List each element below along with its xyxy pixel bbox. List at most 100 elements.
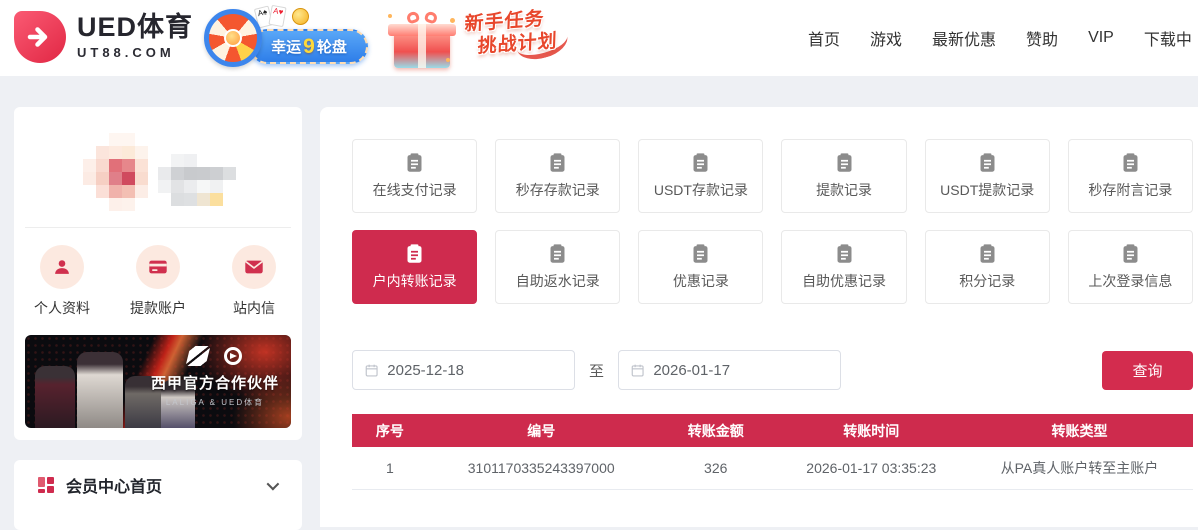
lucky-wheel-promo[interactable]: A♠ A♥ 幸运 9 轮盘 bbox=[204, 6, 370, 70]
table-header-row: 序号 编号 转账金额 转账时间 转账类型 bbox=[352, 414, 1193, 447]
wheel-text-suffix: 轮盘 bbox=[317, 36, 347, 57]
calendar-icon bbox=[365, 363, 378, 378]
ued-icon bbox=[224, 347, 242, 365]
coin-icon bbox=[292, 8, 309, 25]
tab-label: 秒存存款记录 bbox=[516, 180, 600, 200]
end-date-picker[interactable] bbox=[618, 350, 841, 390]
date-range-to-label: 至 bbox=[589, 360, 604, 381]
brand-logo[interactable]: UED体育 UT88.COM bbox=[14, 11, 193, 63]
col-header-time: 转账时间 bbox=[777, 414, 966, 447]
tab-online-payment-records[interactable]: 在线支付记录 bbox=[352, 139, 477, 213]
col-header-id: 编号 bbox=[428, 414, 655, 447]
tab-usdt-withdrawal-records[interactable]: USDT提款记录 bbox=[925, 139, 1050, 213]
tab-flash-memo-records[interactable]: 秒存附言记录 bbox=[1068, 139, 1193, 213]
quick-link-messages[interactable]: 站内信 bbox=[206, 245, 302, 318]
records-panel: 在线支付记录 秒存存款记录 USDT存款记录 提款记录 USDT提款记录 秒存附… bbox=[320, 107, 1198, 527]
nav-item-games[interactable]: 游戏 bbox=[870, 26, 902, 50]
clipboard-icon bbox=[977, 243, 998, 264]
tab-self-rebate-records[interactable]: 自助返水记录 bbox=[495, 230, 620, 304]
tab-label: 积分记录 bbox=[959, 271, 1015, 291]
tab-label: 提款记录 bbox=[816, 180, 872, 200]
clipboard-icon bbox=[547, 243, 568, 264]
table-row: 1 3101170335243397000 326 2026-01-17 03:… bbox=[352, 447, 1193, 489]
player-silhouette bbox=[77, 352, 123, 428]
tab-points-records[interactable]: 积分记录 bbox=[925, 230, 1050, 304]
mail-icon bbox=[232, 245, 276, 289]
clipboard-icon bbox=[977, 152, 998, 173]
nav-item-promotions[interactable]: 最新优惠 bbox=[932, 26, 996, 50]
brand-arrow-icon bbox=[14, 11, 66, 63]
quick-links: 个人资料 提款账户 站内信 bbox=[14, 245, 302, 318]
clipboard-icon bbox=[1120, 152, 1141, 173]
tab-label: 户内转账记录 bbox=[373, 271, 457, 291]
profile-card: 个人资料 提款账户 站内信 西甲官方合作伙伴 LALIGA & UED体育 bbox=[14, 107, 302, 440]
tab-label: USDT存款记录 bbox=[654, 180, 748, 200]
tab-label: 自助优惠记录 bbox=[802, 271, 886, 291]
laliga-partner-banner[interactable]: 西甲官方合作伙伴 LALIGA & UED体育 bbox=[25, 335, 291, 428]
cell-index: 1 bbox=[352, 447, 428, 489]
brand-title: UED体育 bbox=[77, 14, 193, 41]
clipboard-icon bbox=[1120, 243, 1141, 264]
brand-domain: UT88.COM bbox=[77, 45, 193, 60]
brand-text: UED体育 UT88.COM bbox=[77, 14, 193, 60]
clipboard-icon bbox=[547, 152, 568, 173]
nav-item-download[interactable]: 下载中 bbox=[1144, 26, 1192, 50]
tab-withdrawal-records[interactable]: 提款记录 bbox=[781, 139, 906, 213]
tab-label: 优惠记录 bbox=[673, 271, 729, 291]
member-center-label: 会员中心首页 bbox=[66, 473, 162, 497]
col-header-amount: 转账金额 bbox=[655, 414, 777, 447]
tab-usdt-deposit-records[interactable]: USDT存款记录 bbox=[638, 139, 763, 213]
newbie-task-promo[interactable]: 新手任务 挑战计划 bbox=[384, 4, 570, 72]
quick-link-label: 站内信 bbox=[233, 298, 275, 318]
gift-text-line1: 新手任务 bbox=[464, 9, 545, 36]
newbie-task-label: 新手任务 挑战计划 bbox=[463, 8, 558, 60]
tab-promo-records[interactable]: 优惠记录 bbox=[638, 230, 763, 304]
banner-subtitle: LALIGA & UED体育 bbox=[151, 397, 279, 408]
chevron-down-icon bbox=[267, 477, 280, 490]
clipboard-icon bbox=[690, 152, 711, 173]
laliga-icon bbox=[185, 346, 210, 366]
start-date-input[interactable] bbox=[387, 362, 562, 379]
banner-title: 西甲官方合作伙伴 bbox=[151, 372, 279, 393]
transfer-records-table: 序号 编号 转账金额 转账时间 转账类型 1 31011703352433970… bbox=[352, 414, 1193, 490]
roulette-wheel-icon bbox=[204, 9, 262, 67]
tab-last-login-info[interactable]: 上次登录信息 bbox=[1068, 230, 1193, 304]
member-center-card: 会员中心首页 bbox=[14, 460, 302, 530]
quick-link-label: 提款账户 bbox=[130, 298, 186, 318]
avatar bbox=[83, 133, 96, 146]
tab-label: 在线支付记录 bbox=[373, 180, 457, 200]
lucky-wheel-label: 幸运 9 轮盘 bbox=[250, 29, 368, 64]
user-icon bbox=[40, 245, 84, 289]
calendar-icon bbox=[631, 363, 644, 378]
nav-item-vip[interactable]: VIP bbox=[1088, 29, 1114, 47]
cell-type: 从PA真人账户转至主账户 bbox=[966, 447, 1193, 489]
tab-flash-deposit-records[interactable]: 秒存存款记录 bbox=[495, 139, 620, 213]
quick-link-label: 个人资料 bbox=[34, 298, 90, 318]
quick-link-profile[interactable]: 个人资料 bbox=[14, 245, 110, 318]
playing-card-icon: A♥ bbox=[268, 5, 286, 27]
tab-self-promo-records[interactable]: 自助优惠记录 bbox=[781, 230, 906, 304]
tab-internal-transfer-records[interactable]: 户内转账记录 bbox=[352, 230, 477, 304]
tab-label: USDT提款记录 bbox=[940, 180, 1034, 200]
quick-link-withdraw-account[interactable]: 提款账户 bbox=[110, 245, 206, 318]
top-header: UED体育 UT88.COM A♠ A♥ 幸运 9 轮盘 新手任务 挑战计划 bbox=[0, 0, 1198, 76]
player-silhouette bbox=[35, 366, 75, 428]
divider bbox=[25, 227, 291, 228]
end-date-input[interactable] bbox=[653, 362, 828, 379]
clipboard-icon bbox=[834, 243, 855, 264]
nav-item-sponsorship[interactable]: 赞助 bbox=[1026, 26, 1058, 50]
bank-card-icon bbox=[136, 245, 180, 289]
tab-label: 上次登录信息 bbox=[1088, 271, 1172, 291]
clipboard-icon bbox=[404, 152, 425, 173]
cell-time: 2026-01-17 03:35:23 bbox=[777, 447, 966, 489]
nav-item-home[interactable]: 首页 bbox=[808, 26, 840, 50]
cell-id: 3101170335243397000 bbox=[428, 447, 655, 489]
username-blurred bbox=[158, 154, 171, 167]
clipboard-icon bbox=[690, 243, 711, 264]
wheel-text-number: 9 bbox=[303, 35, 315, 59]
start-date-picker[interactable] bbox=[352, 350, 575, 390]
member-center-menu[interactable]: 会员中心首页 bbox=[14, 460, 302, 497]
search-button[interactable]: 查询 bbox=[1102, 351, 1193, 390]
main-nav: 首页 游戏 最新优惠 赞助 VIP 下载中 bbox=[808, 0, 1192, 76]
gift-box-icon bbox=[388, 12, 456, 68]
